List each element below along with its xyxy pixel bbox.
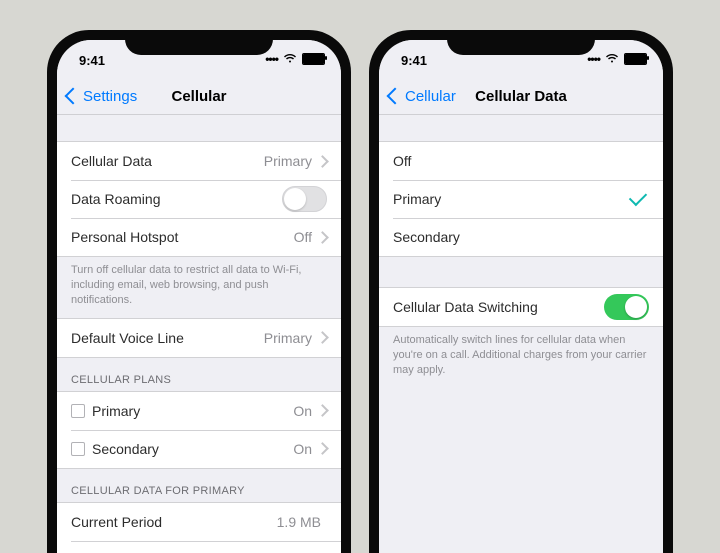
cellular-data-value: Primary	[264, 153, 312, 169]
row-option-secondary[interactable]: Secondary	[379, 218, 663, 256]
group-default-voice: Default Voice Line Primary	[57, 318, 341, 358]
signal-icon: ••••	[587, 52, 600, 66]
row-current-period: Current Period 1.9 MB	[57, 503, 341, 541]
data-switching-label: Cellular Data Switching	[393, 299, 538, 315]
plan-box-icon	[71, 404, 85, 418]
row-option-off[interactable]: Off	[379, 142, 663, 180]
row-personal-hotspot[interactable]: Personal Hotspot Off	[57, 218, 341, 256]
current-period-label: Current Period	[71, 514, 162, 530]
status-indicators: ••••	[587, 52, 647, 67]
default-voice-value: Primary	[264, 330, 312, 346]
page-title: Cellular Data	[379, 88, 663, 105]
current-period-value: 1.9 MB	[277, 514, 321, 530]
plan-primary-label: Primary	[92, 403, 140, 419]
row-cellular-data[interactable]: Cellular Data Primary	[57, 142, 341, 180]
row-plan-secondary[interactable]: Secondary On	[57, 430, 341, 468]
row-data-roaming[interactable]: Data Roaming	[57, 180, 341, 218]
row-plan-primary[interactable]: Primary On	[57, 392, 341, 430]
group-usage: Current Period 1.9 MB Current Period Roa…	[57, 502, 341, 553]
section-usage-header: CELLULAR DATA FOR PRIMARY	[57, 469, 341, 502]
battery-icon	[624, 53, 647, 65]
notch	[447, 30, 595, 55]
data-roaming-toggle[interactable]	[282, 186, 327, 212]
data-roaming-label: Data Roaming	[71, 191, 161, 207]
signal-icon: ••••	[265, 52, 278, 66]
default-voice-label: Default Voice Line	[71, 330, 184, 346]
page-title: Cellular	[57, 88, 341, 105]
nav-bar: Settings Cellular	[57, 78, 341, 115]
wifi-icon	[283, 52, 297, 67]
chevron-right-icon	[316, 442, 329, 455]
option-off-label: Off	[393, 153, 411, 169]
option-primary-label: Primary	[393, 191, 441, 207]
row-current-period-roaming: Current Period Roaming 0 bytes	[57, 541, 341, 553]
plan-box-icon	[71, 442, 85, 456]
group-cellular-main: Cellular Data Primary Data Roaming Perso…	[57, 141, 341, 257]
cellular-data-label: Cellular Data	[71, 153, 152, 169]
notch	[125, 30, 273, 55]
phone-left: 9:41 •••• Settings Cellular Cell	[47, 30, 351, 553]
personal-hotspot-value: Off	[294, 229, 312, 245]
chevron-right-icon	[316, 231, 329, 244]
group-plans: Primary On Secondary On	[57, 391, 341, 469]
row-option-primary[interactable]: Primary	[379, 180, 663, 218]
chevron-right-icon	[316, 331, 329, 344]
section-plans-header: CELLULAR PLANS	[57, 358, 341, 391]
checkmark-icon	[629, 188, 647, 206]
personal-hotspot-label: Personal Hotspot	[71, 229, 178, 245]
plan-secondary-value: On	[293, 441, 312, 457]
phone-right: 9:41 •••• Cellular Cellular Data	[369, 30, 673, 553]
plan-secondary-label: Secondary	[92, 441, 159, 457]
data-switching-footer: Automatically switch lines for cellular …	[379, 327, 663, 388]
group-switching: Cellular Data Switching	[379, 287, 663, 327]
chevron-right-icon	[316, 155, 329, 168]
plan-primary-value: On	[293, 403, 312, 419]
data-switching-toggle[interactable]	[604, 294, 649, 320]
nav-bar: Cellular Cellular Data	[379, 78, 663, 115]
status-indicators: ••••	[265, 52, 325, 67]
battery-icon	[302, 53, 325, 65]
chevron-right-icon	[316, 404, 329, 417]
group-line-options: Off Primary Secondary	[379, 141, 663, 257]
cellular-data-footer: Turn off cellular data to restrict all d…	[57, 257, 341, 318]
option-secondary-label: Secondary	[393, 229, 460, 245]
wifi-icon	[605, 52, 619, 67]
row-data-switching[interactable]: Cellular Data Switching	[379, 288, 663, 326]
row-default-voice-line[interactable]: Default Voice Line Primary	[57, 319, 341, 357]
